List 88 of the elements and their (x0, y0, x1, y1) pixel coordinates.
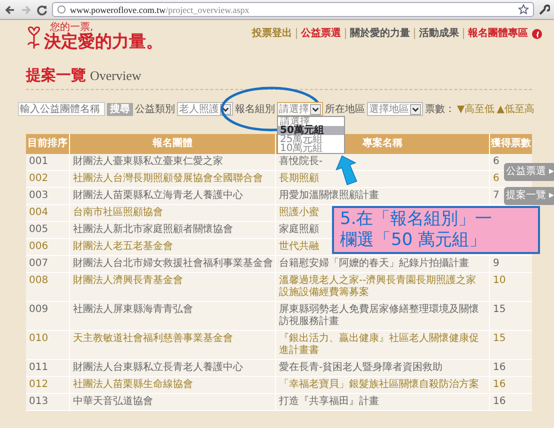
group-label: 報名組別 (235, 102, 275, 116)
vote-count: 10 (493, 275, 506, 286)
nav-link[interactable]: 關於愛的力量 (345, 28, 414, 39)
project-name: 愛在長青-貧困老人暨身障者資困救助 (279, 362, 443, 373)
region-label: 所在地區 (325, 102, 365, 116)
column-header: 獲得票數 (490, 136, 532, 151)
category-select[interactable]: 老人照護 (177, 102, 233, 116)
category-label: 公益類別 (135, 102, 175, 116)
vote-count: 16 (493, 379, 506, 390)
organization-link[interactable]: 財團法人苗栗縣私立海青老人養護中心 (73, 190, 243, 201)
organization-link[interactable]: 財團法人臺東縣私立臺東仁愛之家 (73, 156, 223, 167)
organization-link[interactable]: 財團法人濟興長青基金會 (73, 275, 183, 286)
logo-slogan: 決定愛的力量。 (44, 33, 163, 52)
back-icon[interactable] (4, 4, 16, 16)
project-name: 世代共融 (279, 241, 319, 252)
side-tab[interactable]: 公益票選 ▸ (504, 163, 554, 181)
organization-link[interactable]: 天主教敏道社會福利慈善事業基金會 (73, 333, 233, 344)
rank-number: 001 (29, 156, 48, 167)
rank-number: 006 (29, 241, 48, 252)
page-icon (57, 5, 66, 14)
vote-count: 9 (493, 258, 500, 269)
dropdown-option[interactable]: 25萬元組 (278, 135, 344, 144)
rank-number: 013 (29, 396, 48, 407)
url-host: www.poweroflove.com.tw (70, 4, 166, 14)
vote-count: 7 (493, 190, 500, 201)
project-name: 『銀出活力、贏出健康』社區老人關懷健康促進計畫書 (279, 333, 479, 356)
search-field[interactable]: 輸入公益團體名稱 (18, 102, 105, 116)
group-select[interactable]: 請選擇 (277, 102, 323, 116)
organization-link[interactable]: 社團法人屏東縣海青青弘會 (73, 304, 193, 315)
organization-link[interactable]: 台南市社區照顧協會 (73, 207, 163, 218)
address-bar[interactable]: www.poweroflove.com.tw/project_overview.aspx (52, 2, 534, 17)
vote-count: 15 (493, 333, 506, 344)
rank-number: 009 (29, 304, 48, 315)
organization-link[interactable]: 財團法人台北市婦女救援社會福利事業基金會 (73, 258, 273, 269)
search-button[interactable]: 搜尋 (107, 102, 133, 116)
vote-count: 6 (493, 156, 500, 167)
callout-text: 欄選「50 萬元組」 (340, 230, 488, 251)
rank-number: 010 (29, 333, 48, 344)
nav-link[interactable]: 公益票選 (296, 28, 345, 39)
project-name: 溫馨過境老人之家--濟興長青園長期照護之家設施設備經費籌募案 (279, 275, 476, 298)
project-name: 台籍慰安婦「阿嬤的春天」紀錄片拍攝計畫 (279, 258, 469, 269)
organization-link[interactable]: 社團法人台灣長期照顧發展協會全國聯合會 (73, 173, 263, 184)
project-name: 長期照顧 (279, 173, 319, 184)
project-name: 家庭照顧 (279, 224, 319, 235)
column-header: 目前排序 (26, 134, 70, 154)
organization-link[interactable]: 財團法人老五老基金會 (73, 241, 173, 252)
organization-link[interactable]: 社團法人苗栗縣生命線協會 (73, 379, 193, 390)
rank-number: 008 (29, 275, 48, 286)
rank-number: 005 (29, 224, 48, 235)
project-name: 「幸福老寶貝」銀髮族社區關懷自殺防治方案 (279, 379, 479, 390)
project-name: 屏東縣弱勢老人免費居家修繕整理環境及關懷訪視服務計畫 (279, 304, 479, 327)
vote-count: 16 (493, 396, 506, 407)
callout-text: 5.在「報名組別」一 (340, 209, 494, 230)
logo-tagline: 您的一票, (50, 22, 94, 33)
rank-number: 003 (29, 190, 48, 201)
dropdown-option[interactable]: 10萬元組 (278, 144, 344, 153)
dropdown-option[interactable]: 50萬元組 (278, 126, 344, 135)
region-select[interactable]: 選擇地區 (367, 102, 423, 116)
column-header: 報名團體 (70, 134, 276, 154)
rank-number: 012 (29, 379, 48, 390)
organization-link[interactable]: 社團法人新北市家庭照顧者關懷協會 (73, 224, 233, 235)
rank-number: 002 (29, 173, 48, 184)
project-name: 照護小蜜 (279, 207, 319, 218)
rank-number: 011 (29, 362, 48, 373)
facebook-icon[interactable] (532, 28, 542, 38)
dropdown-option[interactable]: 請選擇 (278, 117, 344, 126)
wrench-icon[interactable] (538, 4, 550, 16)
project-name: 喜悅院長- (279, 156, 323, 167)
sort-asc-link[interactable]: ▲低至高 (496, 102, 534, 116)
rank-number: 007 (29, 258, 48, 269)
vote-count: 15 (493, 304, 506, 315)
sort-desc-link[interactable]: ▼高至低 (457, 102, 495, 116)
rank-number: 004 (29, 207, 48, 218)
project-name: 打造『共享福田』計畫 (279, 396, 379, 407)
project-name: 用愛加溫關懷照顧計畫 (279, 190, 379, 201)
organization-link[interactable]: 財團法人台東縣私立長青老人養護中心 (73, 362, 243, 373)
organization-link[interactable]: 中華天音弘道協會 (73, 396, 153, 407)
votes-sort-label: 票數： (425, 103, 455, 116)
url-path: /project_overview.aspx (166, 4, 250, 14)
page-title: 提案一覽 (26, 66, 86, 85)
vote-count: 16 (493, 362, 506, 373)
reload-icon[interactable] (36, 4, 48, 16)
nav-link[interactable]: 活動成果 (414, 28, 463, 39)
vote-count: 6 (493, 173, 500, 184)
side-tab[interactable]: 提案一覽 ▸ (504, 187, 554, 205)
star-icon[interactable] (518, 4, 529, 15)
page-subtitle: Overview (90, 68, 142, 84)
nav-link[interactable]: 投票登出 (248, 28, 296, 39)
